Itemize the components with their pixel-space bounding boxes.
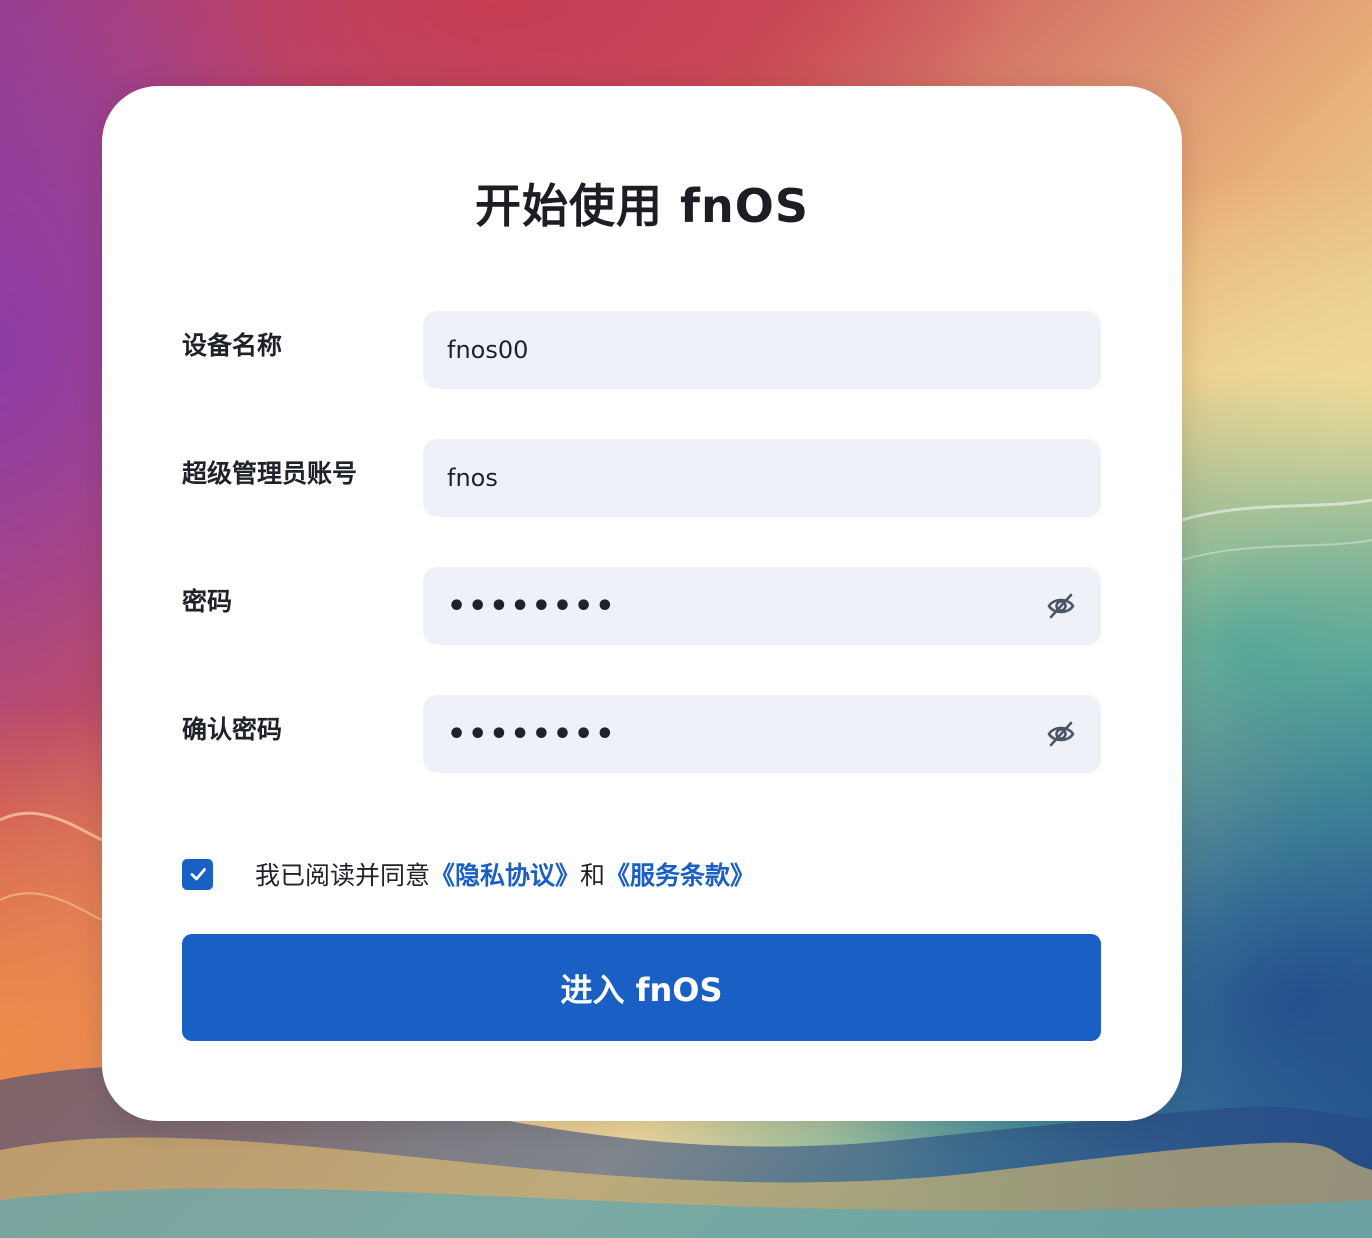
admin-account-input[interactable]: fnos [423, 439, 1101, 517]
agreement-row: 我已阅读并同意 《隐私协议》 和 《服务条款》 [182, 858, 755, 890]
page-title: 开始使用 fnOS [474, 179, 809, 233]
checkmark-icon [190, 868, 206, 881]
admin-account-label: 超级管理员账号 [182, 459, 358, 488]
password-label: 密码 [182, 587, 233, 616]
eye-off-icon[interactable] [1045, 590, 1077, 622]
eye-off-icon[interactable] [1045, 718, 1077, 750]
admin-account-value: fnos [447, 464, 498, 492]
confirm-password-masked-value: •••••••• [447, 717, 617, 752]
enter-fnos-button[interactable]: 进入 fnOS [182, 934, 1101, 1041]
password-input[interactable]: •••••••• [423, 567, 1101, 645]
device-name-input[interactable]: fnos00 [423, 311, 1101, 389]
password-masked-value: •••••••• [447, 589, 617, 624]
confirm-password-input[interactable]: •••••••• [423, 695, 1101, 773]
agreement-checkbox[interactable] [182, 858, 213, 890]
terms-of-service-link[interactable]: 《服务条款》 [605, 856, 755, 892]
agreement-conjunction: 和 [580, 861, 606, 890]
privacy-policy-link[interactable]: 《隐私协议》 [430, 856, 580, 892]
device-name-label: 设备名称 [182, 331, 283, 360]
confirm-password-label: 确认密码 [182, 715, 283, 744]
agreement-prefix: 我已阅读并同意 [255, 861, 431, 890]
device-name-value: fnos00 [447, 336, 529, 364]
